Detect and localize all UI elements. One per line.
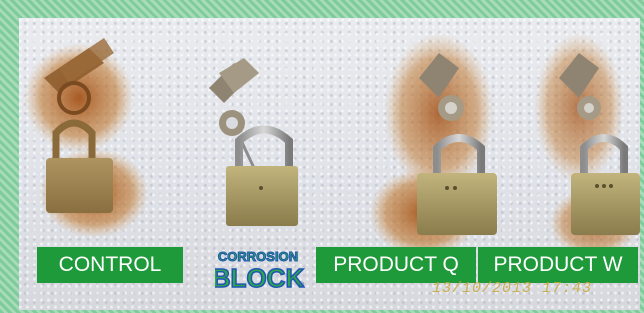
- control-padlock: [24, 38, 149, 238]
- control-label: CONTROL: [37, 247, 183, 283]
- product-q-label: PRODUCT Q: [316, 247, 476, 283]
- logo-line2: BLOCK: [215, 263, 304, 291]
- corrosion-block-padlock: [209, 58, 298, 226]
- product-w-label: PRODUCT W: [478, 247, 638, 283]
- logo-line1: CORROSION: [218, 249, 298, 264]
- photo-timestamp: 13/10/2013 17:43: [432, 280, 593, 297]
- product-w-padlock: [534, 33, 640, 258]
- logo-registered: ®: [299, 281, 305, 289]
- product-q-padlock: [369, 33, 497, 258]
- corrosion-block-logo: CORROSION BLOCK ®: [215, 249, 305, 292]
